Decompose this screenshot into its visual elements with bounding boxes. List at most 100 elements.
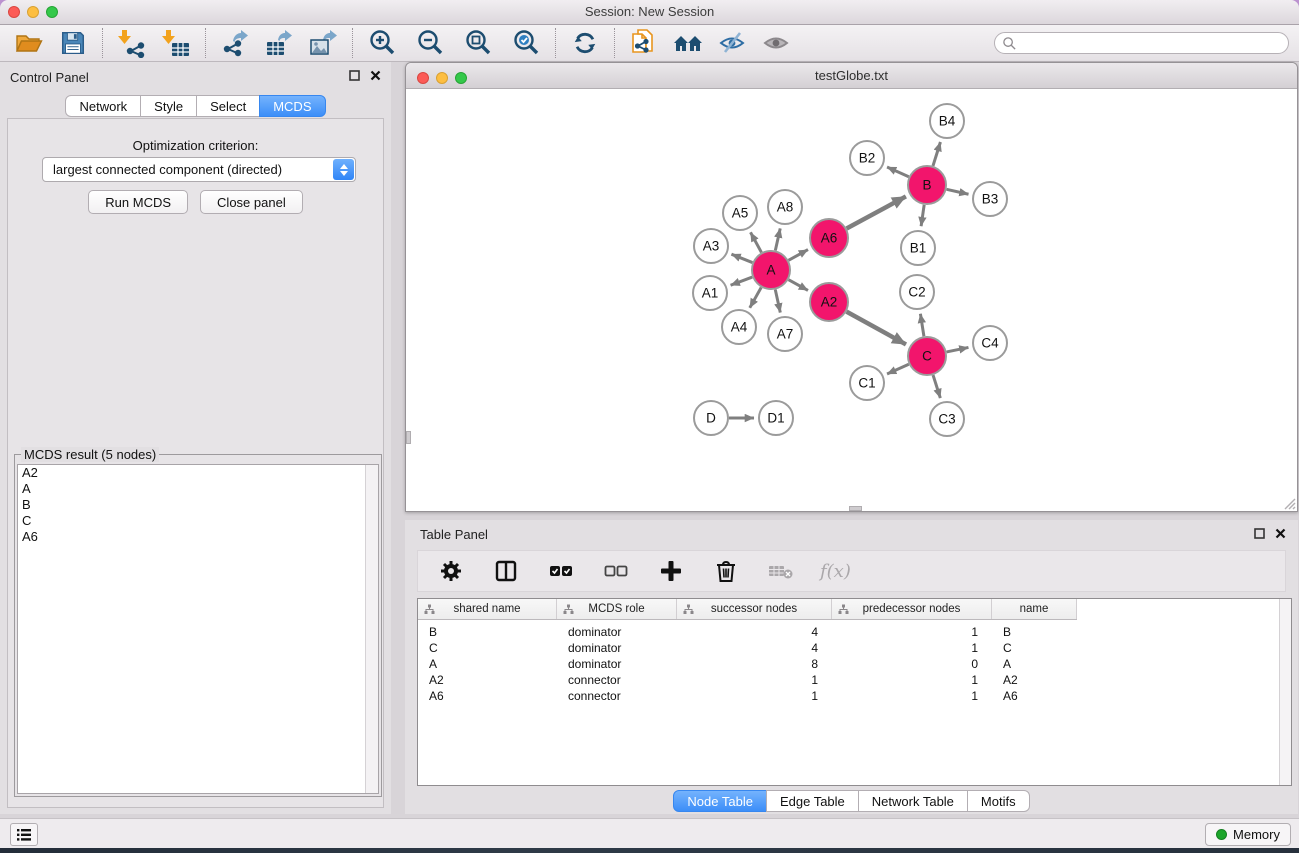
- result-item[interactable]: A2: [18, 465, 378, 481]
- graph-edge-A-A6[interactable]: [789, 250, 808, 261]
- cell-successor-nodes[interactable]: 1: [677, 688, 832, 704]
- zoom-selected-icon[interactable]: [510, 27, 542, 59]
- add-row-icon[interactable]: [655, 555, 687, 587]
- tab-select[interactable]: Select: [196, 95, 260, 117]
- network-window-titlebar[interactable]: testGlobe.txt: [406, 63, 1297, 89]
- close-panel-icon[interactable]: [370, 70, 381, 81]
- graph-node-A3[interactable]: A3: [694, 229, 728, 263]
- cell-shared-name[interactable]: C: [418, 640, 557, 656]
- result-list-scrollbar[interactable]: [365, 465, 378, 793]
- graph-node-D1[interactable]: D1: [759, 401, 793, 435]
- settings-gear-icon[interactable]: [435, 555, 467, 587]
- cell-shared-name[interactable]: A6: [418, 688, 557, 704]
- graph-edge-A-A1[interactable]: [731, 277, 753, 285]
- cell-MCDS-role[interactable]: dominator: [557, 656, 677, 672]
- resize-grip-icon[interactable]: [1281, 495, 1296, 510]
- graph-node-A[interactable]: A: [752, 251, 790, 289]
- cell-MCDS-role[interactable]: dominator: [557, 640, 677, 656]
- graph-node-C[interactable]: C: [908, 337, 946, 375]
- graph-node-B1[interactable]: B1: [901, 231, 935, 265]
- graph-node-A5[interactable]: A5: [723, 196, 757, 230]
- cell-successor-nodes[interactable]: 1: [677, 672, 832, 688]
- graph-edge-B-B2[interactable]: [887, 167, 909, 177]
- graph-node-A2[interactable]: A2: [810, 283, 848, 321]
- tab-mcds[interactable]: MCDS: [259, 95, 325, 117]
- graph-node-A1[interactable]: A1: [693, 276, 727, 310]
- cell-name[interactable]: A2: [992, 672, 1077, 688]
- graph-edge-C-C3[interactable]: [933, 375, 940, 398]
- close-panel-button[interactable]: Close panel: [200, 190, 303, 214]
- show-all-icon[interactable]: [760, 27, 792, 59]
- table-row[interactable]: A2connector11A2: [418, 672, 1077, 688]
- graph-edge-C-C2[interactable]: [920, 314, 924, 337]
- cell-predecessor-nodes[interactable]: 1: [832, 624, 992, 640]
- import-network-icon[interactable]: [116, 27, 148, 59]
- export-table-icon[interactable]: [263, 27, 295, 59]
- graph-edge-C-C4[interactable]: [947, 347, 969, 352]
- result-item[interactable]: A6: [18, 529, 378, 545]
- cell-MCDS-role[interactable]: connector: [557, 688, 677, 704]
- table-scrollbar[interactable]: [1279, 599, 1291, 785]
- save-session-icon[interactable]: [57, 27, 89, 59]
- graph-node-C3[interactable]: C3: [930, 402, 964, 436]
- cell-name[interactable]: A: [992, 656, 1077, 672]
- first-neighbors-icon[interactable]: [672, 27, 704, 59]
- graph-edge-A-A2[interactable]: [789, 280, 808, 291]
- tab-style[interactable]: Style: [140, 95, 197, 117]
- network-canvas[interactable]: AA1A2A3A4A5A6A7A8BB1B2B3B4CC1C2C3C4DD1: [406, 89, 1297, 511]
- run-mcds-button[interactable]: Run MCDS: [88, 190, 188, 214]
- graph-node-C4[interactable]: C4: [973, 326, 1007, 360]
- tab-edge-table[interactable]: Edge Table: [766, 790, 859, 812]
- graph-edge-A-A7[interactable]: [775, 290, 780, 313]
- show-columns-icon[interactable]: [490, 555, 522, 587]
- select-all-icon[interactable]: [545, 555, 577, 587]
- network-from-selection-icon[interactable]: [628, 27, 660, 59]
- open-session-icon[interactable]: [13, 27, 45, 59]
- cell-predecessor-nodes[interactable]: 1: [832, 640, 992, 656]
- graph-edge-A-A5[interactable]: [751, 232, 762, 252]
- graph-edge-A-A3[interactable]: [731, 254, 752, 262]
- cell-successor-nodes[interactable]: 4: [677, 624, 832, 640]
- tab-node-table[interactable]: Node Table: [673, 790, 767, 812]
- result-item[interactable]: A: [18, 481, 378, 497]
- graph-edge-A6-B[interactable]: [847, 196, 906, 228]
- float-table-panel-icon[interactable]: [1254, 528, 1265, 539]
- tab-network-table[interactable]: Network Table: [858, 790, 968, 812]
- table-row[interactable]: Bdominator41B: [418, 624, 1077, 640]
- graph-edge-B-B4[interactable]: [933, 142, 940, 166]
- export-network-icon[interactable]: [219, 27, 251, 59]
- cell-name[interactable]: B: [992, 624, 1077, 640]
- table-row[interactable]: Cdominator41C: [418, 640, 1077, 656]
- zoom-fit-icon[interactable]: [462, 27, 494, 59]
- graph-edge-A2-C[interactable]: [847, 312, 906, 345]
- graph-node-D[interactable]: D: [694, 401, 728, 435]
- result-item[interactable]: B: [18, 497, 378, 513]
- mcds-result-list[interactable]: A2ABCA6: [17, 464, 379, 794]
- cell-MCDS-role[interactable]: dominator: [557, 624, 677, 640]
- tab-motifs[interactable]: Motifs: [967, 790, 1030, 812]
- result-item[interactable]: C: [18, 513, 378, 529]
- graph-edge-A-A8[interactable]: [775, 228, 780, 250]
- close-table-panel-icon[interactable]: [1275, 528, 1286, 539]
- graph-node-A7[interactable]: A7: [768, 317, 802, 351]
- cell-predecessor-nodes[interactable]: 1: [832, 672, 992, 688]
- export-image-icon[interactable]: [307, 27, 339, 59]
- cell-name[interactable]: C: [992, 640, 1077, 656]
- graph-node-B[interactable]: B: [908, 166, 946, 204]
- graph-node-C2[interactable]: C2: [900, 275, 934, 309]
- cell-shared-name[interactable]: B: [418, 624, 557, 640]
- zoom-in-icon[interactable]: [366, 27, 398, 59]
- cell-shared-name[interactable]: A2: [418, 672, 557, 688]
- network-graph[interactable]: AA1A2A3A4A5A6A7A8BB1B2B3B4CC1C2C3C4DD1: [406, 89, 1297, 511]
- delete-icon[interactable]: [710, 555, 742, 587]
- refresh-icon[interactable]: [569, 27, 601, 59]
- cell-predecessor-nodes[interactable]: 0: [832, 656, 992, 672]
- optimization-criterion-select[interactable]: largest connected component (directed): [42, 157, 356, 182]
- cell-shared-name[interactable]: A: [418, 656, 557, 672]
- network-vertical-scroll-thumb[interactable]: [406, 431, 411, 444]
- graph-edge-B-B1[interactable]: [921, 205, 924, 226]
- graph-node-A6[interactable]: A6: [810, 219, 848, 257]
- cell-name[interactable]: A6: [992, 688, 1077, 704]
- cell-MCDS-role[interactable]: connector: [557, 672, 677, 688]
- graph-node-B2[interactable]: B2: [850, 141, 884, 175]
